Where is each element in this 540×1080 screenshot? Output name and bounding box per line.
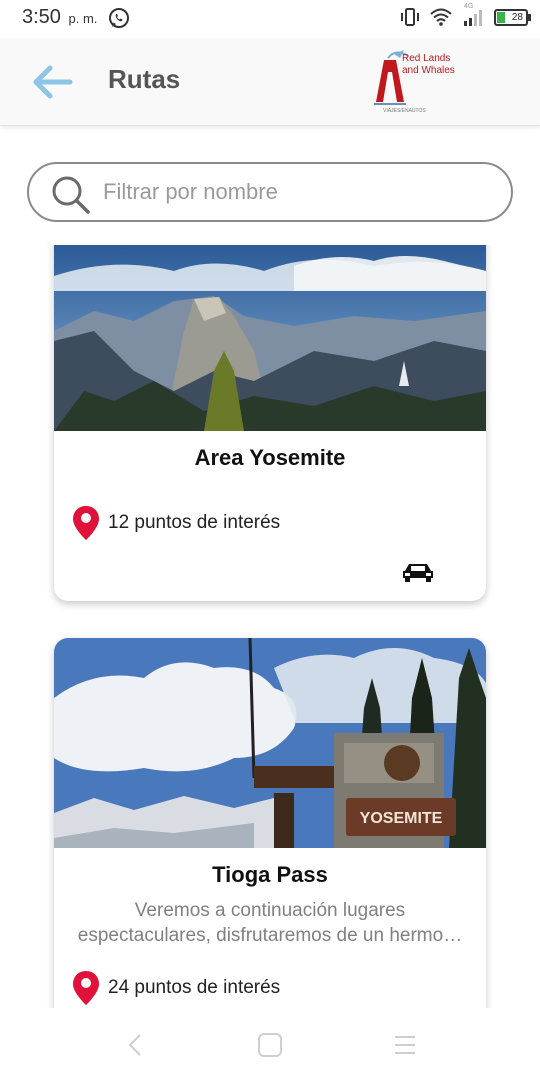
battery-level: 28 bbox=[511, 11, 523, 23]
nav-menu-icon[interactable] bbox=[393, 1032, 417, 1058]
nav-home-icon[interactable] bbox=[257, 1032, 283, 1058]
route-card[interactable]: YOSEMITE Tioga Pass Veremos a continuaci… bbox=[54, 638, 486, 1008]
search-input[interactable] bbox=[103, 176, 493, 208]
system-nav-bar bbox=[0, 1008, 540, 1080]
car-icon bbox=[403, 564, 433, 582]
vibrate-icon bbox=[401, 8, 419, 26]
route-title: Area Yosemite bbox=[194, 445, 346, 470]
battery-icon: 28 bbox=[494, 8, 531, 26]
app-bar: Rutas Red Lands and Whales VIAJES/ENAUTO… bbox=[0, 38, 540, 126]
poi-count: 12 puntos de interés bbox=[72, 505, 280, 541]
route-description: Veremos a continuación lugares espectacu… bbox=[77, 900, 463, 946]
location-pin-icon bbox=[73, 506, 99, 540]
wifi-icon bbox=[430, 8, 452, 26]
route-image bbox=[54, 245, 486, 431]
poi-count: 24 puntos de interés bbox=[72, 970, 280, 1006]
logo-text: Red Lands and Whales bbox=[402, 53, 455, 76]
page-title: Rutas bbox=[108, 64, 181, 94]
poi-count-text: 24 puntos de interés bbox=[108, 977, 281, 998]
search-box[interactable] bbox=[27, 162, 513, 222]
status-bar: 3:50 p. m. 4G 28 bbox=[0, 0, 540, 38]
location-pin-icon bbox=[73, 971, 99, 1005]
route-image: YOSEMITE bbox=[54, 638, 486, 848]
status-icons: 4G 28 bbox=[400, 3, 531, 27]
whatsapp-icon bbox=[109, 8, 129, 28]
signal-icon: 4G bbox=[462, 3, 484, 27]
search-icon bbox=[52, 176, 90, 214]
back-arrow-icon[interactable] bbox=[30, 62, 76, 102]
logo-subtext: VIAJES/ENAUTOS bbox=[383, 108, 426, 114]
status-time-value: 3:50 bbox=[22, 6, 61, 28]
nav-back-icon[interactable] bbox=[124, 1032, 148, 1058]
route-card[interactable]: Area Yosemite 12 puntos de interés bbox=[54, 245, 486, 601]
poi-count-text: 12 puntos de interés bbox=[108, 512, 281, 533]
route-list[interactable]: Area Yosemite 12 puntos de interés YOSEM… bbox=[0, 245, 540, 1008]
status-time-suffix: p. m. bbox=[68, 11, 98, 26]
yosemite-sign-text: YOSEMITE bbox=[360, 810, 443, 827]
status-time: 3:50 p. m. bbox=[22, 6, 97, 29]
route-title: Tioga Pass bbox=[212, 862, 328, 887]
